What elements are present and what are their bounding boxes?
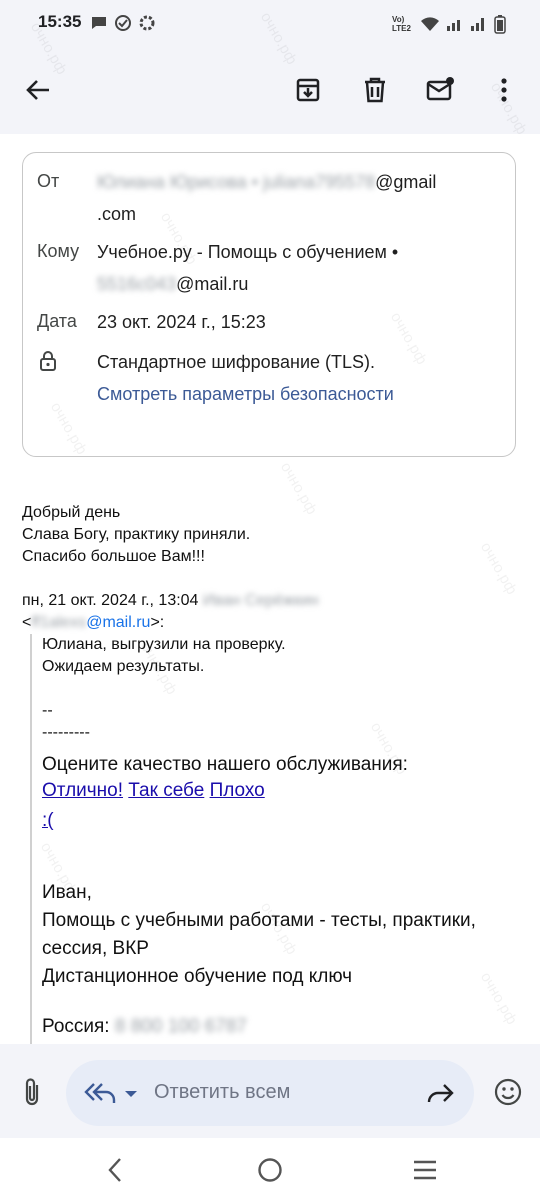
quote-addr-domain[interactable]: @mail.ru (86, 614, 150, 631)
body-line-3: Спасибо большое Вам!!! (22, 548, 205, 565)
date-label: Дата (37, 311, 77, 331)
watermark-13: очно.рф (476, 969, 521, 1028)
chevron-down-icon[interactable] (124, 1090, 138, 1098)
from-domain: @gmail (375, 172, 437, 192)
rating-sad-link[interactable]: :( (42, 808, 54, 834)
quote-bar (30, 634, 32, 1044)
phone-row: Россия: 8 800 100 6787 (42, 1014, 247, 1040)
check-circle-icon (115, 15, 131, 31)
quote-addr-suffix: >: (150, 614, 165, 631)
quote-addr-user: ff1alexs (31, 614, 87, 631)
nav-back-button[interactable] (95, 1150, 135, 1190)
body-line-1: Добрый день (22, 504, 121, 521)
to-value[interactable]: Учебное.ру - Помощь с обучением • 5516c0… (97, 236, 507, 300)
nav-home-icon (258, 1158, 282, 1182)
rating-so-so-link[interactable]: Так себе (128, 780, 204, 801)
quote-address: <ff1alexs@mail.ru>: (22, 612, 522, 634)
date-value: 23 окт. 2024 г., 15:23 (97, 312, 266, 332)
system-nav-bar (0, 1138, 540, 1200)
quote-date: пн, 21 окт. 2024 г., 13:04 (22, 592, 199, 609)
watermark-8: очно.рф (476, 539, 521, 598)
signature-line-1: Помощь с учебными работами - тесты, прак… (42, 910, 476, 931)
archive-icon (296, 78, 320, 102)
from-domain-tail: .com (97, 204, 137, 224)
email-details-card: От Юлиана Юрисова • juliana795578@gmail … (22, 152, 516, 457)
nav-back-icon (108, 1158, 121, 1182)
battery-icon (494, 15, 506, 34)
quote-addr-prefix: < (22, 614, 32, 631)
chat-bubble-icon (92, 17, 106, 29)
body-line-2: Слава Богу, практику приняли. (22, 526, 251, 543)
signature-line-2: сессия, ВКР (42, 938, 149, 959)
more-options-button[interactable] (484, 70, 524, 110)
signal2-icon (471, 18, 484, 31)
nav-home-button[interactable] (250, 1150, 290, 1190)
to-address: 5516c043 (97, 274, 177, 294)
delete-button[interactable] (355, 70, 395, 110)
lock-icon (40, 351, 56, 371)
wifi-icon (421, 17, 439, 31)
from-label: От (37, 171, 60, 191)
reply-placeholder: Ответить всем (154, 1081, 291, 1103)
network-type: Vo) LTE2 (392, 15, 411, 33)
paperclip-icon (25, 1078, 39, 1106)
quote-separator: --------- (42, 724, 90, 741)
country-label: Россия: (42, 1016, 110, 1037)
quote-header: пн, 21 окт. 2024 г., 13:04 Иван Серёжкин (22, 590, 522, 612)
to-label: Кому (37, 241, 80, 261)
watermark-7: очно.рф (276, 459, 321, 518)
more-vert-icon (501, 78, 507, 102)
rating-links: Отлично! Так себе Плохо (42, 778, 265, 804)
emoji-icon (494, 1078, 522, 1106)
mark-unread-button[interactable] (420, 70, 460, 110)
quote-sender: Иван Серёжкин (202, 592, 319, 609)
security-link[interactable]: Смотреть параметры безопасности (97, 378, 394, 410)
reply-all-icon[interactable] (84, 1080, 116, 1106)
gear-badge-icon (139, 15, 155, 31)
quote-line-2: Ожидаем результаты. (42, 658, 205, 675)
rating-bad-link[interactable]: Плохо (210, 780, 265, 801)
quote-dash: -- (42, 702, 53, 719)
arrow-left-icon (26, 80, 49, 100)
toolbar (0, 48, 540, 134)
emoji-button[interactable] (488, 1072, 528, 1112)
encryption-text: Стандартное шифрование (TLS). (97, 352, 376, 372)
from-name: Юлиана Юрисова • juliana795578 (97, 172, 376, 192)
to-domain: @mail.ru (176, 274, 249, 294)
to-name: Учебное.ру - Помощь с обучением • (97, 242, 399, 262)
trash-icon (365, 77, 385, 103)
mail-unread-icon (426, 77, 454, 101)
signature-name: Иван, (42, 882, 92, 903)
attach-button[interactable] (12, 1072, 52, 1112)
phone-number[interactable]: 8 800 100 6787 (115, 1016, 247, 1037)
rating-prompt: Оцените качество нашего обслуживания: (42, 754, 408, 775)
reply-compose-field[interactable]: Ответить всем (66, 1060, 474, 1126)
from-value[interactable]: Юлиана Юрисова • juliana795578@gmail .co… (97, 166, 497, 230)
forward-icon[interactable] (426, 1082, 454, 1104)
nav-recents-button[interactable] (405, 1150, 445, 1190)
status-bar: 15:35 Vo) LTE2 (0, 0, 540, 48)
signal-icon (447, 20, 460, 31)
status-time: 15:35 (38, 12, 82, 31)
rating-excellent-link[interactable]: Отлично! (42, 780, 123, 801)
archive-button[interactable] (288, 70, 328, 110)
signature-line-3: Дистанционное обучение под ключ (42, 966, 353, 987)
back-button[interactable] (18, 70, 58, 110)
nav-recents-icon (414, 1160, 436, 1180)
quote-line-1: Юлиана, выгрузили на проверку. (42, 636, 286, 653)
